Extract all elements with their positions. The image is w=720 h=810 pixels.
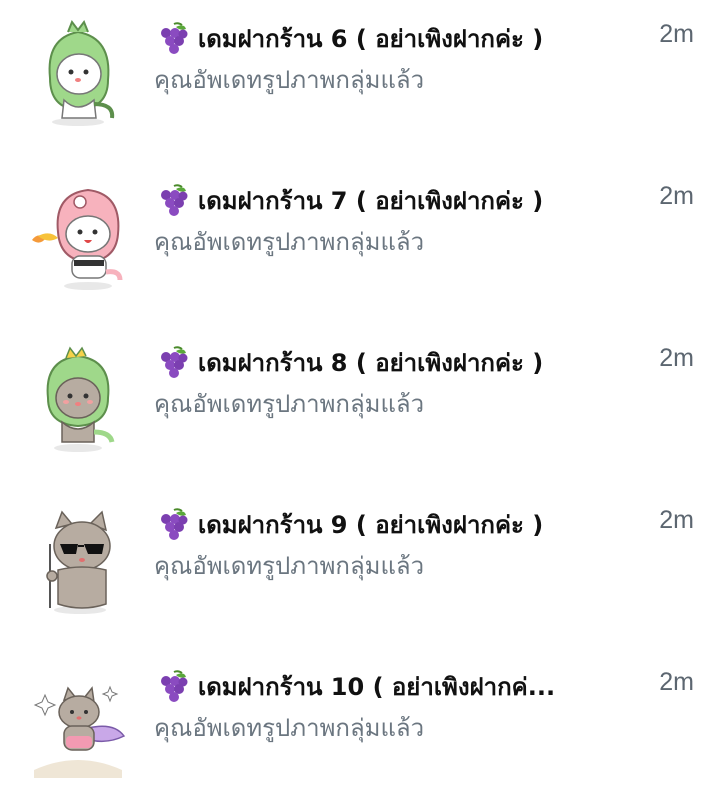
chat-title: เดมฝากร้าน 6 ( อย่าเพิงฝากค่ะ ) bbox=[198, 24, 544, 53]
chat-row[interactable]: เดมฝากร้าน 10 ( อย่าเพิงฝากค่... 2m คุณอ… bbox=[0, 648, 720, 810]
chat-title: เดมฝากร้าน 10 ( อย่าเพิงฝากค่... bbox=[198, 672, 556, 701]
grapes-icon bbox=[156, 183, 190, 217]
chat-title: เดมฝากร้าน 7 ( อย่าเพิงฝากค่ะ ) bbox=[198, 186, 544, 215]
dino-bunny-sticker-icon[interactable] bbox=[28, 18, 128, 130]
chat-last-message: คุณอัพเดทรูปภาพกลุ่มแล้ว bbox=[154, 552, 425, 580]
chat-title: เดมฝากร้าน 9 ( อย่าเพิงฝากค่ะ ) bbox=[198, 510, 544, 539]
chat-timestamp: 2m bbox=[659, 182, 694, 210]
chat-list: เดมฝากร้าน 6 ( อย่าเพิงฝากค่ะ ) 2m คุณอั… bbox=[0, 0, 720, 795]
sunglasses-cat-sticker-icon[interactable] bbox=[28, 504, 128, 616]
chat-title: เดมฝากร้าน 8 ( อย่าเพิงฝากค่ะ ) bbox=[198, 348, 544, 377]
chat-row[interactable]: เดมฝากร้าน 6 ( อย่าเพิงฝากค่ะ ) 2m คุณอั… bbox=[0, 0, 720, 162]
hero-cat-sticker-icon[interactable] bbox=[28, 666, 128, 778]
chat-last-message: คุณอัพเดทรูปภาพกลุ่มแล้ว bbox=[154, 66, 425, 94]
chat-row[interactable]: เดมฝากร้าน 8 ( อย่าเพิงฝากค่ะ ) 2m คุณอั… bbox=[0, 324, 720, 486]
grapes-icon bbox=[156, 345, 190, 379]
grapes-icon bbox=[156, 669, 190, 703]
chat-timestamp: 2m bbox=[659, 344, 694, 372]
pink-dino-bear-sticker-icon[interactable] bbox=[28, 180, 128, 292]
chat-last-message: คุณอัพเดทรูปภาพกลุ่มแล้ว bbox=[154, 714, 425, 742]
chat-title-line: เดมฝากร้าน 9 ( อย่าเพิงฝากค่ะ ) bbox=[156, 504, 626, 544]
chat-row[interactable]: เดมฝากร้าน 7 ( อย่าเพิงฝากค่ะ ) 2m คุณอั… bbox=[0, 162, 720, 324]
dino-cat-sticker-icon[interactable] bbox=[28, 342, 128, 454]
chat-title-line: เดมฝากร้าน 7 ( อย่าเพิงฝากค่ะ ) bbox=[156, 180, 626, 220]
chat-timestamp: 2m bbox=[659, 668, 694, 696]
chat-last-message: คุณอัพเดทรูปภาพกลุ่มแล้ว bbox=[154, 228, 425, 256]
chat-title-line: เดมฝากร้าน 6 ( อย่าเพิงฝากค่ะ ) bbox=[156, 18, 626, 58]
grapes-icon bbox=[156, 507, 190, 541]
chat-timestamp: 2m bbox=[659, 506, 694, 534]
chat-title-line: เดมฝากร้าน 10 ( อย่าเพิงฝากค่... bbox=[156, 666, 626, 706]
chat-row[interactable]: เดมฝากร้าน 9 ( อย่าเพิงฝากค่ะ ) 2m คุณอั… bbox=[0, 486, 720, 648]
chat-timestamp: 2m bbox=[659, 20, 694, 48]
chat-title-line: เดมฝากร้าน 8 ( อย่าเพิงฝากค่ะ ) bbox=[156, 342, 626, 382]
chat-last-message: คุณอัพเดทรูปภาพกลุ่มแล้ว bbox=[154, 390, 425, 418]
grapes-icon bbox=[156, 21, 190, 55]
